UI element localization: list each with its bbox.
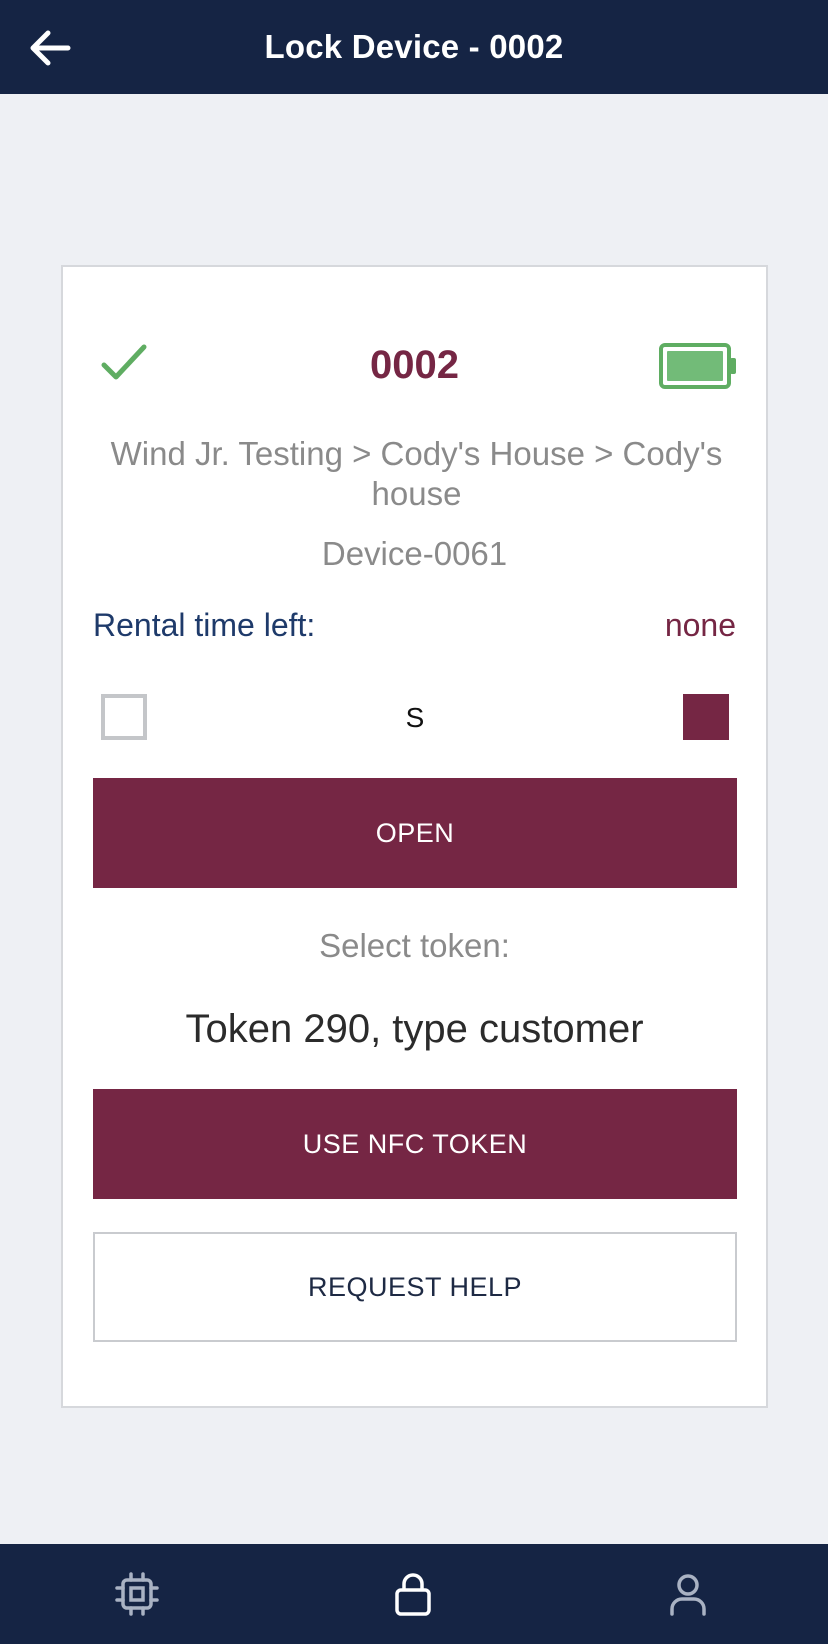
mode-filled-square[interactable] (683, 694, 729, 740)
app-root: Lock Device - 0002 0002 Wind Jr. Testing… (0, 0, 828, 1644)
open-button[interactable]: OPEN (93, 778, 737, 888)
rental-time-value: none (664, 607, 736, 643)
arrow-left-icon (30, 30, 71, 66)
mode-label: S (405, 702, 425, 733)
lock-device-card: 0002 Wind Jr. Testing > Cody's House > C… (61, 265, 768, 1408)
user-icon (670, 1574, 706, 1616)
back-button[interactable] (22, 20, 78, 76)
chip-icon (115, 1572, 159, 1616)
select-token-label: Select token: (319, 927, 510, 964)
battery-full-icon (659, 343, 736, 389)
nav-devices-tab[interactable] (109, 1566, 165, 1622)
request-help-button[interactable]: REQUEST HELP (93, 1232, 737, 1342)
rental-time-row: Rental time left: none (93, 607, 736, 651)
nav-lock-tab[interactable] (385, 1566, 441, 1622)
lock-icon (395, 1573, 431, 1616)
page-title: Lock Device - 0002 (264, 28, 564, 65)
location-breadcrumb: Wind Jr. Testing > Cody's House > Cody's… (110, 435, 723, 512)
mode-select-row: S (101, 694, 729, 742)
bottom-navigation (0, 1544, 828, 1644)
nav-profile-tab[interactable] (660, 1566, 716, 1622)
rental-time-label: Rental time left: (93, 607, 316, 643)
use-nfc-token-button[interactable]: USE NFC TOKEN (93, 1089, 737, 1199)
device-name: Device-0061 (321, 535, 508, 572)
token-selector[interactable]: Token 290, type customer (63, 1007, 766, 1052)
device-status-row: 0002 (63, 337, 766, 397)
top-app-bar: Lock Device - 0002 (0, 0, 828, 94)
